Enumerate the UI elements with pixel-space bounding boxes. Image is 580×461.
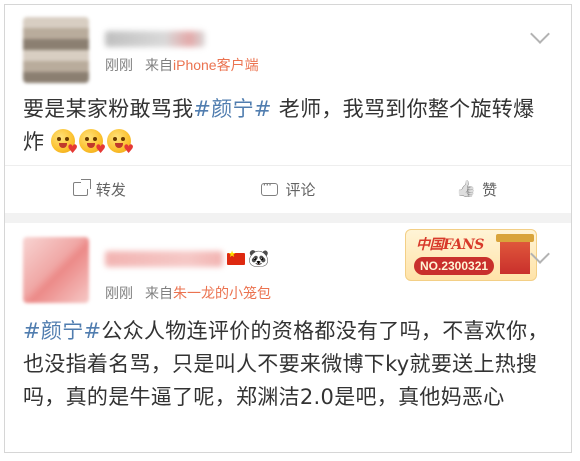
post-divider (5, 213, 571, 223)
badge-number: NO.2300321 (414, 257, 495, 275)
emoji-row (51, 126, 135, 159)
avatar[interactable] (23, 17, 89, 83)
fans-badge[interactable]: 中国FANS NO.2300321 (405, 229, 537, 281)
panda-icon: 🐼 (248, 249, 270, 269)
source-prefix: 来自 (145, 57, 173, 73)
post-meta: 刚刚 来自朱一龙的小笼包 (105, 283, 271, 303)
username-blurred[interactable] (105, 31, 205, 47)
share-label: 转发 (95, 180, 126, 199)
share-button[interactable]: 转发 (5, 179, 194, 200)
like-button[interactable]: 赞 (382, 179, 571, 200)
hashtag-link[interactable]: #颜宁# (23, 319, 101, 343)
thumbs-up-icon (456, 181, 474, 197)
heart-kiss-emoji-icon (107, 129, 134, 155)
share-icon (72, 179, 91, 196)
chevron-down-icon[interactable] (530, 24, 550, 44)
source-prefix: 来自 (145, 285, 173, 301)
post-source[interactable]: iPhone客户端 (173, 57, 259, 73)
weibo-post: 刚刚 来自iPhone客户端 要是某家粉敢骂我#颜宁# 老师，我骂到你整个旋转爆炸… (5, 5, 571, 213)
heart-kiss-emoji-icon (79, 129, 106, 155)
screenshot-frame: 刚刚 来自iPhone客户端 要是某家粉敢骂我#颜宁# 老师，我骂到你整个旋转爆炸… (4, 4, 572, 453)
comment-icon (260, 178, 278, 196)
username-blurred[interactable] (105, 251, 223, 267)
post-text: 要是某家粉敢骂我 (23, 97, 194, 121)
avatar[interactable] (23, 237, 89, 303)
weibo-post: 🐼 中国FANS NO.2300321 刚刚来自朱一龙的小笼包 #颜宁#公众人物… (5, 223, 571, 452)
comment-button[interactable]: 评论 (194, 178, 383, 200)
post-content: 要是某家粉敢骂我#颜宁# 老师，我骂到你整个旋转爆炸 (23, 93, 551, 159)
post-action-bar: 转发 评论 赞 (5, 165, 571, 212)
post-content: #颜宁#公众人物连评价的资格都没有了吗，不喜欢你，也没指着名骂，只是叫人不要来微… (23, 315, 551, 414)
tiananmen-gate-icon (496, 234, 534, 274)
post-meta: 刚刚 来自iPhone客户端 (105, 55, 259, 75)
badge-title: 中国FANS (416, 237, 484, 253)
china-flag-icon (227, 250, 245, 265)
hashtag-link[interactable]: #颜宁# (193, 97, 271, 121)
post-time: 刚刚 (105, 57, 133, 73)
comment-label: 评论 (285, 180, 316, 199)
heart-kiss-emoji-icon (51, 129, 78, 155)
like-label: 赞 (482, 180, 498, 199)
post-source[interactable]: 朱一龙的小笼包 (173, 285, 271, 301)
post-text: 公众人物连评价的资格都没有了吗，不喜欢你，也没指着名骂，只是叫人不要来微博下ky… (23, 319, 549, 409)
post-time: 刚刚 (105, 285, 133, 301)
